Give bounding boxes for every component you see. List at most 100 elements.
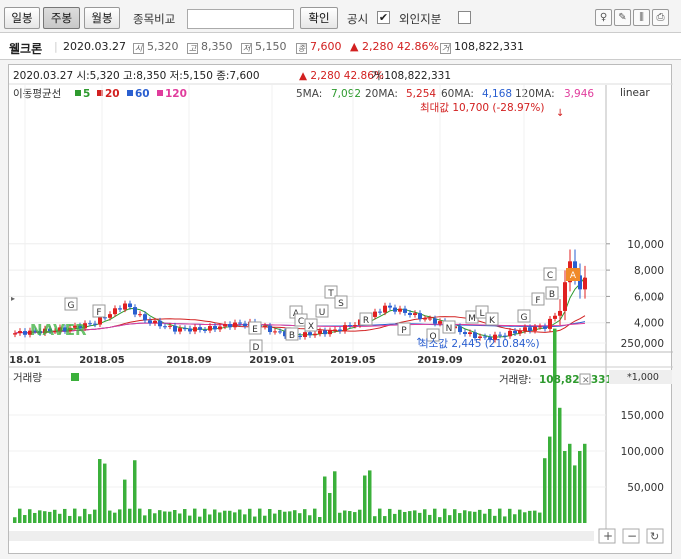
candle-body	[398, 308, 402, 312]
ma-legend-label-5: 5	[83, 88, 90, 100]
volume-bar	[68, 515, 72, 523]
candle-body	[113, 308, 117, 315]
compare-input[interactable]	[187, 9, 294, 29]
volume-bar	[153, 513, 157, 523]
volume-bar	[253, 516, 257, 523]
right-scroll-icon[interactable]: ◂	[657, 294, 661, 303]
candle-body	[538, 326, 542, 328]
candle-body	[118, 308, 122, 310]
event-marker-label: F	[96, 308, 101, 318]
price-tick-label: 10,000	[627, 239, 664, 251]
candle-body	[313, 333, 317, 336]
volume-bar	[308, 515, 312, 523]
ma120-value: 3,946	[564, 88, 594, 100]
volume-bar	[328, 492, 332, 523]
x-label: 18.01	[9, 355, 41, 366]
volume-bar	[268, 509, 272, 523]
tab-daily[interactable]: 일봉	[4, 7, 40, 29]
volume-bar	[578, 451, 582, 523]
volume-bar	[518, 509, 522, 523]
tab-weekly[interactable]: 주봉	[43, 7, 80, 29]
tab-monthly[interactable]: 월봉	[84, 7, 120, 29]
volume-bar	[128, 508, 132, 523]
scrollbar-track[interactable]	[9, 531, 594, 541]
volume-bar	[438, 517, 442, 523]
candle-icon[interactable]: ⫼	[633, 9, 650, 26]
volume-bar	[558, 407, 562, 523]
volume-bar	[463, 510, 467, 523]
print-icon[interactable]: ⎙	[652, 9, 669, 26]
ma60-value: 4,168	[482, 88, 512, 100]
volume-bar	[568, 443, 572, 523]
candle-body	[183, 328, 187, 330]
close-icon: ✕	[582, 376, 590, 386]
candle-body	[298, 335, 302, 337]
volume-bar	[563, 451, 567, 523]
candle-body	[558, 310, 562, 316]
volume-bar	[263, 515, 267, 523]
scale-label[interactable]: linear	[620, 87, 650, 99]
x-label: 2019.01	[249, 355, 295, 366]
x-label: 2020.01	[501, 355, 547, 366]
volume-bar	[138, 508, 142, 523]
candle-body	[563, 282, 567, 311]
candle-body	[93, 323, 97, 325]
disclosure-checkbox[interactable]: ✔	[377, 11, 390, 24]
candle-body	[433, 318, 437, 324]
volume-bar	[223, 510, 227, 523]
candle-body	[163, 326, 167, 328]
foreign-label: 외인지분	[399, 12, 442, 26]
volume-bar	[158, 510, 162, 523]
stock-date: 2020.03.27	[63, 40, 126, 53]
candle-body	[168, 325, 172, 327]
candle-body	[23, 331, 27, 335]
foreign-checkbox[interactable]	[458, 11, 471, 24]
volume-bar	[483, 513, 487, 523]
x-label: 2019.05	[330, 355, 376, 366]
candle-body	[98, 317, 102, 325]
volume-bar	[218, 512, 222, 523]
volume-bar	[298, 513, 302, 523]
low-value: 저 5,150	[241, 40, 287, 54]
volume-bar	[468, 511, 472, 523]
event-marker-label: T	[327, 289, 334, 299]
volume-bar	[73, 508, 77, 523]
chart-header-line: 2020.03.27 시:5,320 고:8,350 저:5,150 종:7,6…	[13, 70, 260, 82]
volume-bar	[508, 508, 512, 523]
ma-legend-swatch-120	[157, 90, 163, 96]
grid	[9, 85, 606, 488]
candle-body	[188, 328, 192, 332]
volume-bar	[28, 509, 32, 523]
volume-bar	[338, 512, 342, 523]
confirm-button[interactable]: 확인	[300, 7, 338, 29]
candle-body	[408, 312, 412, 315]
left-scroll-icon[interactable]: ▸	[11, 294, 15, 303]
volume-bar	[343, 510, 347, 523]
volume-bar	[333, 471, 337, 523]
candle-body	[233, 322, 237, 328]
bulb-icon[interactable]: ♀	[595, 9, 612, 26]
volume-bar	[183, 509, 187, 523]
volume-bar	[18, 508, 22, 523]
volume-bar	[233, 512, 237, 523]
volume-bar	[313, 508, 317, 523]
volume-bar	[258, 508, 262, 523]
chart-header-volume: 거:108,822,331	[371, 70, 451, 82]
volume-bar	[553, 328, 557, 523]
volume-bar	[433, 508, 437, 523]
chart-panel[interactable]: 2020.03.27 시:5,320 고:8,350 저:5,150 종:7,6…	[8, 64, 673, 554]
pen-icon[interactable]: ✎	[614, 9, 631, 26]
volume-bar	[488, 508, 492, 523]
candle-body	[343, 325, 347, 332]
volume-bar	[208, 514, 212, 523]
x-label: 2018.05	[79, 355, 125, 366]
ma-title: 이동평균선	[13, 88, 61, 100]
volume-bar	[348, 511, 352, 523]
volume-bar	[83, 508, 87, 523]
candle-body	[553, 315, 557, 319]
plus-icon: +	[603, 529, 613, 543]
candle-body	[208, 326, 212, 331]
volume-bar	[203, 508, 207, 523]
min-label: 최소값 2,445 (210.84%)	[419, 338, 540, 350]
candle-body	[348, 325, 352, 327]
